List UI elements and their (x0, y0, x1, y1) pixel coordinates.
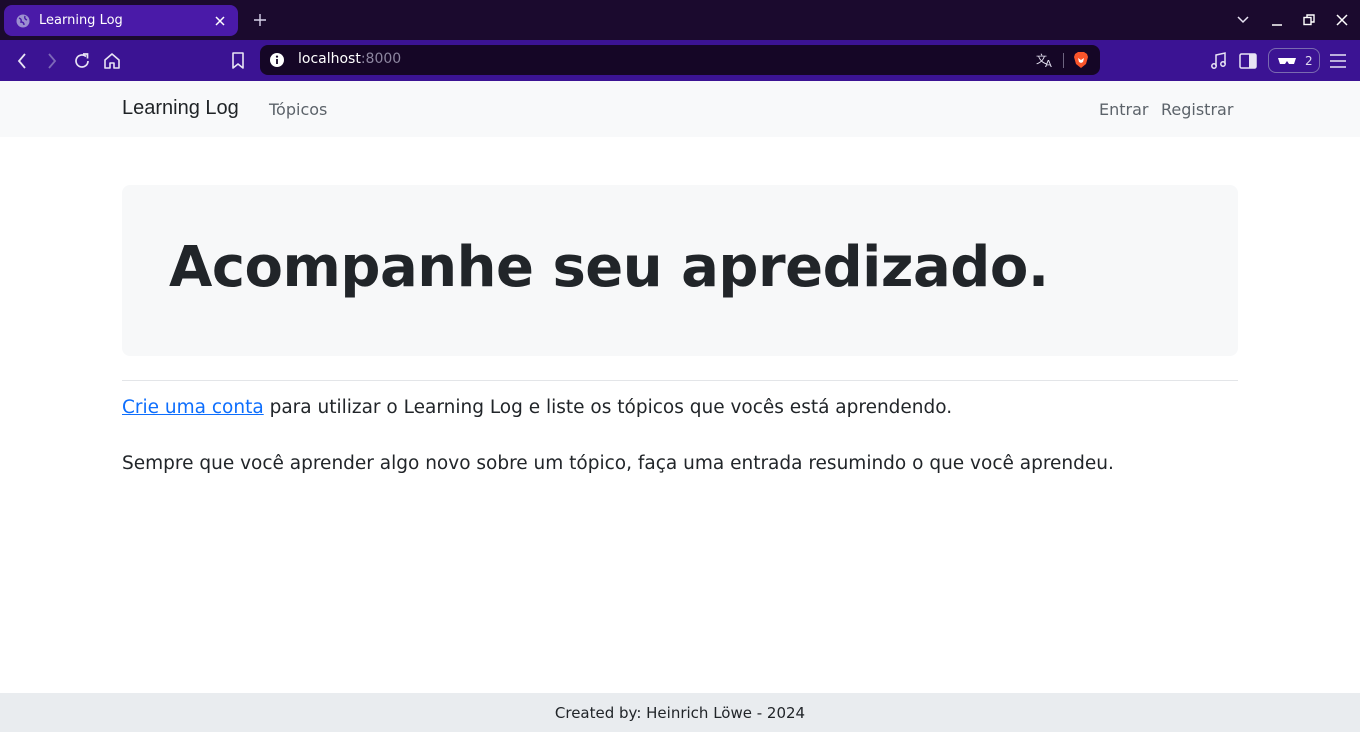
vpn-count: 2 (1305, 53, 1313, 68)
nav-topics-link[interactable]: Tópicos (269, 100, 327, 119)
close-icon[interactable] (212, 13, 228, 29)
music-icon[interactable] (1208, 50, 1230, 72)
footer-text: Created by: Heinrich Löwe - 2024 (554, 703, 806, 722)
site-footer: Created by: Heinrich Löwe - 2024 (0, 693, 1360, 732)
nav-register-link[interactable]: Registrar (1161, 100, 1233, 119)
reload-icon[interactable] (71, 50, 93, 72)
url-text: localhost:8000 (298, 51, 402, 67)
plus-icon[interactable] (250, 10, 270, 30)
create-account-link[interactable]: Crie uma conta (122, 397, 264, 418)
browser-tab-active[interactable]: Learning Log (4, 5, 238, 36)
back-icon[interactable] (11, 50, 33, 72)
forward-icon[interactable] (41, 50, 63, 72)
home-icon[interactable] (101, 50, 123, 72)
restore-icon[interactable] (1299, 10, 1319, 30)
vpn-button[interactable]: 2 (1268, 48, 1320, 73)
hero-heading: Acompanhe seu apredizado. (169, 235, 1049, 300)
vpn-icon (1277, 51, 1297, 70)
chevron-down-icon[interactable] (1233, 10, 1253, 30)
menu-icon[interactable] (1327, 50, 1349, 72)
hero-jumbotron: Acompanhe seu apredizado. (122, 185, 1238, 356)
entry-paragraph: Sempre que você aprender algo novo sobre… (122, 453, 1114, 474)
minimize-icon[interactable] (1267, 10, 1287, 30)
tab-title: Learning Log (39, 13, 123, 28)
svg-text:A: A (1045, 59, 1052, 68)
site-navbar: Learning Log Tópicos Entrar Registrar (0, 81, 1360, 137)
translate-icon[interactable]: 文A (1036, 52, 1054, 70)
info-icon[interactable] (269, 52, 285, 68)
intro-text: para utilizar o Learning Log e liste os … (263, 397, 953, 418)
sidebar-icon[interactable] (1237, 50, 1259, 72)
divider (1063, 53, 1064, 68)
intro-paragraph: Crie uma conta para utilizar o Learning … (122, 397, 952, 418)
brand-link[interactable]: Learning Log (122, 97, 239, 120)
window-close-icon[interactable] (1332, 10, 1352, 30)
address-bar[interactable]: localhost:8000 文A (260, 45, 1100, 75)
globe-icon (16, 14, 30, 28)
brave-shield-icon[interactable] (1072, 51, 1090, 69)
browser-tab-bar: Learning Log (0, 0, 1360, 40)
bookmark-icon[interactable] (227, 50, 249, 72)
nav-login-link[interactable]: Entrar (1099, 100, 1148, 119)
divider (122, 380, 1238, 381)
browser-toolbar: localhost:8000 文A 2 (0, 40, 1360, 81)
